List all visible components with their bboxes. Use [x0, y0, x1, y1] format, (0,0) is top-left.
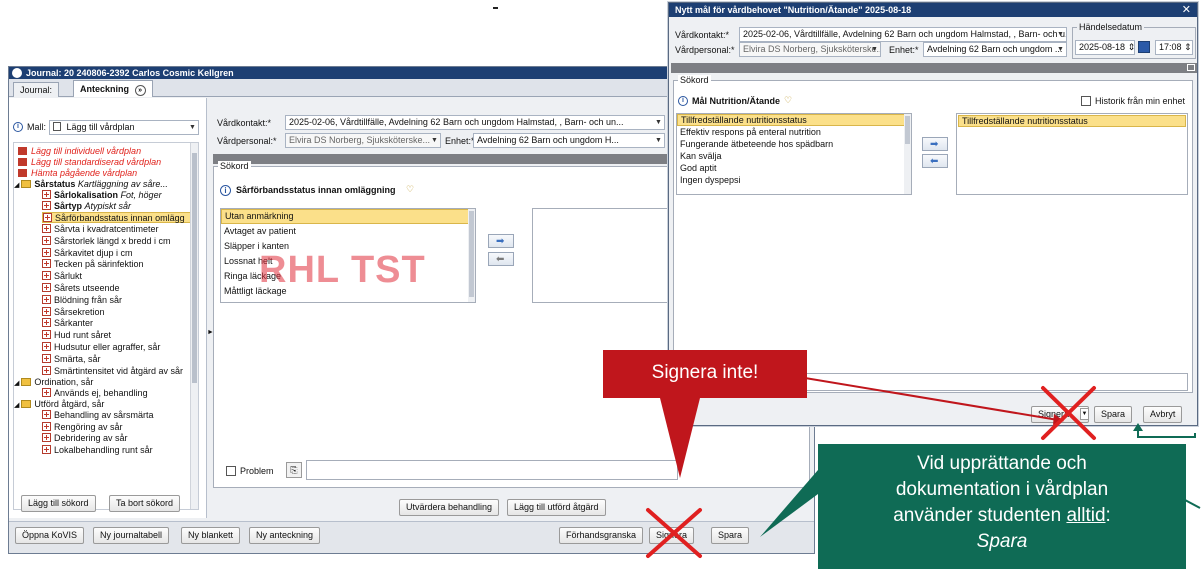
- green-callout-line-4: Spara: [976, 531, 1028, 552]
- x-mark-dialog: [1041, 386, 1096, 440]
- green-callout-pointer: [760, 470, 818, 537]
- green-callout-line-2: dokumentation i vårdplan: [895, 479, 1109, 500]
- green-connector: [1137, 428, 1196, 438]
- red-arrow-line: [804, 377, 1059, 421]
- green-callout-alltid: alltid: [1066, 505, 1106, 526]
- green-callout-line-1: Vid upprättande och: [917, 453, 1087, 474]
- green-arrow-head: [1133, 423, 1143, 431]
- red-callout: Signera inte!: [603, 350, 807, 398]
- green-side-line: [1184, 499, 1201, 509]
- green-callout-line-3: använder studenten alltid:: [893, 505, 1111, 526]
- red-callout-pointer: [660, 398, 700, 478]
- x-mark-journal: [646, 508, 702, 558]
- green-callout: Vid upprättande och dokumentation i vård…: [818, 444, 1186, 569]
- red-callout-text: Signera inte!: [651, 362, 759, 383]
